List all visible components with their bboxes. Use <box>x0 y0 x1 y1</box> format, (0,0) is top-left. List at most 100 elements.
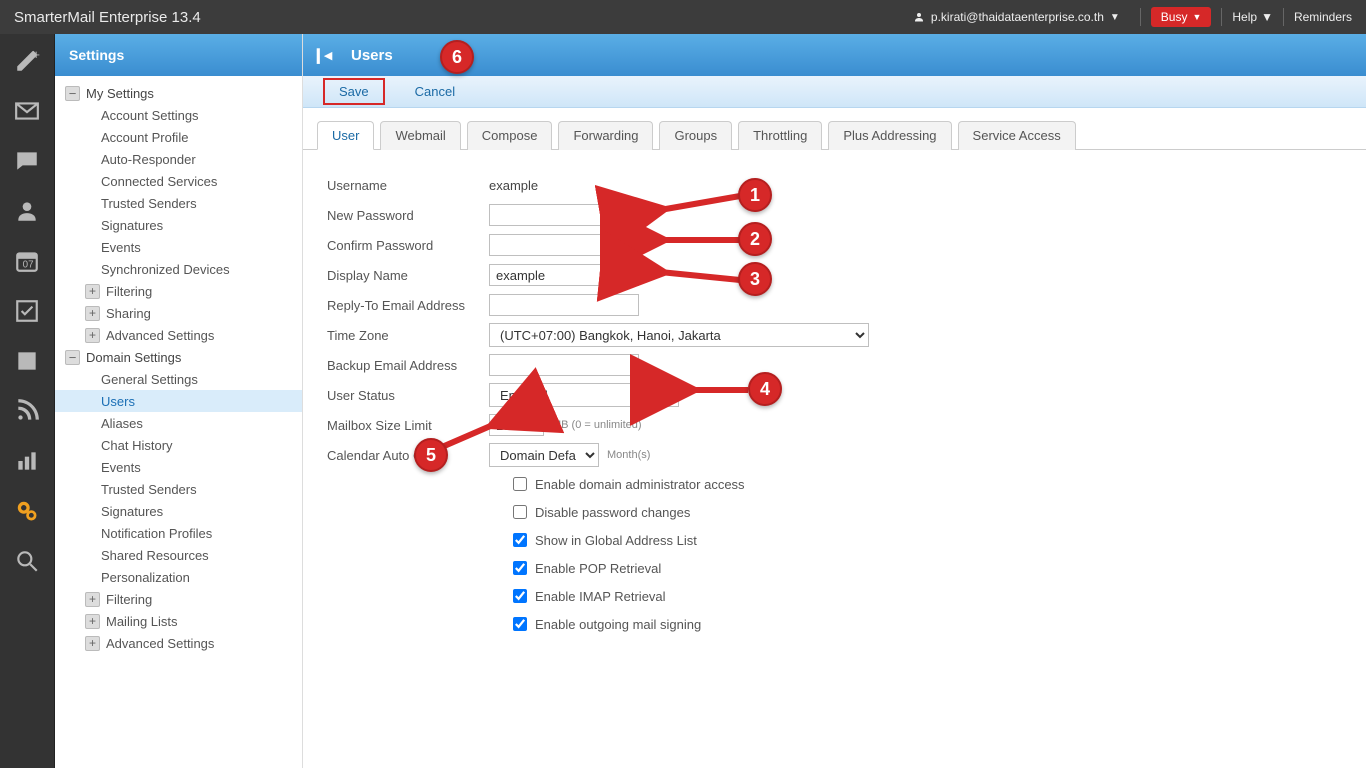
mailbox-size-label: Mailbox Size Limit <box>327 418 489 433</box>
caret-down-icon: ▼ <box>1192 12 1201 22</box>
tree-auto-responder[interactable]: Auto-Responder <box>55 148 302 170</box>
tab-user[interactable]: User <box>317 121 374 150</box>
node-mailing-lists[interactable]: + Mailing Lists <box>55 610 302 632</box>
confirm-password-label: Confirm Password <box>327 238 489 253</box>
svg-text:+: + <box>32 48 40 62</box>
tree-shared-resources[interactable]: Shared Resources <box>55 544 302 566</box>
advanced2-label: Advanced Settings <box>106 636 214 651</box>
tree-account-settings[interactable]: Account Settings <box>55 104 302 126</box>
collapse-panel-icon[interactable]: ❙◂ <box>311 46 333 64</box>
node-advanced[interactable]: +Advanced Settings <box>55 324 302 346</box>
cb-imap[interactable] <box>513 589 527 603</box>
collapse-icon[interactable]: − <box>65 86 80 101</box>
display-name-input[interactable] <box>489 264 639 286</box>
expand-icon[interactable]: + <box>85 592 100 607</box>
svg-text:07: 07 <box>23 260 34 271</box>
user-icon <box>913 11 925 23</box>
new-password-input[interactable] <box>489 204 639 226</box>
cb-disable-password-label: Disable password changes <box>535 505 690 520</box>
main-panel: ❙◂ Users Save Cancel User Webmail Compos… <box>303 34 1366 768</box>
node-my-settings[interactable]: −My Settings <box>55 82 302 104</box>
user-status-select[interactable]: Enabled <box>489 383 679 407</box>
tab-webmail[interactable]: Webmail <box>380 121 460 150</box>
expand-icon[interactable]: + <box>85 614 100 629</box>
tree-personalization[interactable]: Personalization <box>55 566 302 588</box>
cb-gal[interactable] <box>513 533 527 547</box>
tab-compose[interactable]: Compose <box>467 121 553 150</box>
tree-events[interactable]: Events <box>55 236 302 258</box>
main-title: Users <box>351 47 393 64</box>
expand-icon[interactable]: + <box>85 306 100 321</box>
reports-icon[interactable] <box>14 448 40 474</box>
tab-forwarding[interactable]: Forwarding <box>558 121 653 150</box>
tree-notification-profiles[interactable]: Notification Profiles <box>55 522 302 544</box>
tree-trusted-senders[interactable]: Trusted Senders <box>55 192 302 214</box>
cancel-button[interactable]: Cancel <box>405 80 465 103</box>
reminders-link[interactable]: Reminders <box>1294 10 1352 24</box>
expand-icon[interactable]: + <box>85 328 100 343</box>
tree-events-domain[interactable]: Events <box>55 456 302 478</box>
filtering2-label: Filtering <box>106 592 152 607</box>
username-label: Username <box>327 178 489 193</box>
main-titlebar: ❙◂ Users <box>303 34 1366 76</box>
user-menu[interactable]: p.kirati@thaidataenterprise.co.th ▼ <box>913 10 1120 24</box>
user-status-label: User Status <box>327 388 489 403</box>
rss-icon[interactable] <box>14 398 40 424</box>
contacts-icon[interactable] <box>14 198 40 224</box>
cb-imap-label: Enable IMAP Retrieval <box>535 589 666 604</box>
calendar-icon[interactable]: 07 <box>14 248 40 274</box>
backup-email-label: Backup Email Address <box>327 358 489 373</box>
tree-signatures[interactable]: Signatures <box>55 214 302 236</box>
node-sharing[interactable]: +Sharing <box>55 302 302 324</box>
cb-domain-admin[interactable] <box>513 477 527 491</box>
tree-signatures-domain[interactable]: Signatures <box>55 500 302 522</box>
mail-icon[interactable] <box>14 98 40 124</box>
tab-plus-addressing[interactable]: Plus Addressing <box>828 121 951 150</box>
status-busy-button[interactable]: Busy ▼ <box>1151 7 1212 27</box>
cb-pop[interactable] <box>513 561 527 575</box>
node-domain-settings[interactable]: −Domain Settings <box>55 346 302 368</box>
compose-icon[interactable]: + <box>14 48 40 74</box>
settings-panel: Settings −My Settings Account Settings A… <box>55 34 303 768</box>
reply-to-input[interactable] <box>489 294 639 316</box>
tab-service-access[interactable]: Service Access <box>958 121 1076 150</box>
backup-email-input[interactable] <box>489 354 639 376</box>
tree-connected-services[interactable]: Connected Services <box>55 170 302 192</box>
tree-chat-history[interactable]: Chat History <box>55 434 302 456</box>
cb-disable-password[interactable] <box>513 505 527 519</box>
mailing-label: Mailing Lists <box>106 614 178 629</box>
node-filtering[interactable]: +Filtering <box>55 280 302 302</box>
expand-icon[interactable]: + <box>85 636 100 651</box>
tree-general-settings[interactable]: General Settings <box>55 368 302 390</box>
tasks-icon[interactable] <box>14 298 40 324</box>
tree-aliases[interactable]: Aliases <box>55 412 302 434</box>
settings-icon[interactable] <box>14 498 40 524</box>
collapse-icon[interactable]: − <box>65 350 80 365</box>
new-password-label: New Password <box>327 208 489 223</box>
tree-users[interactable]: Users <box>55 390 302 412</box>
help-menu[interactable]: Help ▼ <box>1232 10 1273 24</box>
save-button[interactable]: Save <box>323 78 385 105</box>
cb-gal-label: Show in Global Address List <box>535 533 697 548</box>
cb-signing[interactable] <box>513 617 527 631</box>
tab-throttling[interactable]: Throttling <box>738 121 822 150</box>
calendar-clean-select[interactable]: Domain Default <box>489 443 599 467</box>
toolbar: Save Cancel <box>303 76 1366 108</box>
tree-account-profile[interactable]: Account Profile <box>55 126 302 148</box>
tab-groups[interactable]: Groups <box>659 121 732 150</box>
search-icon[interactable] <box>14 548 40 574</box>
timezone-label: Time Zone <box>327 328 489 343</box>
node-advanced2[interactable]: + Advanced Settings <box>55 632 302 654</box>
mailbox-size-input[interactable] <box>489 414 544 436</box>
expand-icon[interactable]: + <box>85 284 100 299</box>
notes-icon[interactable] <box>14 348 40 374</box>
tree-sync-devices[interactable]: Synchronized Devices <box>55 258 302 280</box>
confirm-password-input[interactable] <box>489 234 639 256</box>
tree-trusted-senders-domain[interactable]: Trusted Senders <box>55 478 302 500</box>
user-form: Usernameexample New Password Confirm Pas… <box>303 150 1366 638</box>
chat-icon[interactable] <box>14 148 40 174</box>
cb-pop-label: Enable POP Retrieval <box>535 561 661 576</box>
caret-down-icon: ▼ <box>1261 10 1273 24</box>
timezone-select[interactable]: (UTC+07:00) Bangkok, Hanoi, Jakarta <box>489 323 869 347</box>
node-filtering2[interactable]: + Filtering <box>55 588 302 610</box>
